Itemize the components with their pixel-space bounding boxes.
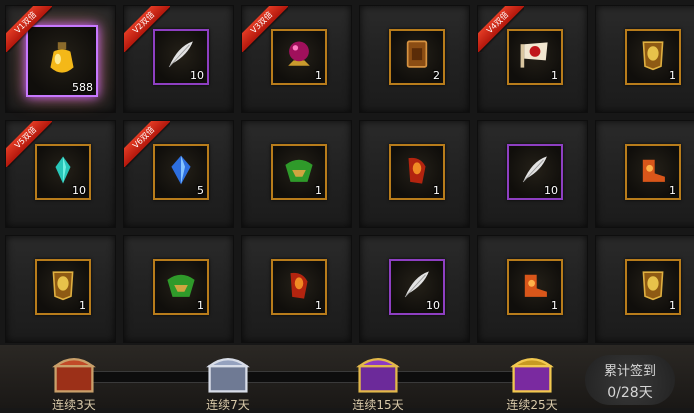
- reward-cell[interactable]: 2: [359, 5, 470, 113]
- red-bracer-icon: [400, 152, 434, 192]
- reward-cell[interactable]: 10: [477, 120, 588, 228]
- bronze-token-icon: [400, 38, 434, 76]
- item-slot[interactable]: 1: [35, 259, 91, 315]
- item-slot[interactable]: 10: [35, 144, 91, 200]
- reward-cell[interactable]: 1: [241, 235, 352, 343]
- red-flag-scroll-icon: [517, 37, 553, 77]
- item-slot[interactable]: 1: [625, 29, 681, 85]
- red-chest-icon[interactable]: [48, 350, 100, 396]
- item-quantity: 5: [197, 184, 204, 197]
- item-quantity: 10: [426, 299, 440, 312]
- item-quantity: 1: [433, 184, 440, 197]
- item-slot[interactable]: 1: [389, 144, 445, 200]
- chest-label: 连续25天: [506, 398, 558, 412]
- silver-chest-icon[interactable]: [202, 350, 254, 396]
- orange-boots-icon: [518, 268, 552, 306]
- reward-cell[interactable]: 1: [241, 120, 352, 228]
- item-slot[interactable]: 1: [507, 29, 563, 85]
- signin-title: 累计签到: [603, 364, 656, 379]
- progress-track: [70, 371, 548, 383]
- reward-cell[interactable]: 10 V2双倍: [123, 5, 234, 113]
- blue-gem-icon: [165, 153, 197, 191]
- golden-potion-icon: [41, 38, 83, 84]
- reward-cell[interactable]: 1: [595, 5, 694, 113]
- item-slot[interactable]: 10: [153, 29, 209, 85]
- item-quantity: 2: [433, 69, 440, 82]
- item-quantity: 1: [315, 184, 322, 197]
- red-bracer-icon: [282, 267, 316, 307]
- reward-cell[interactable]: 588 V1双倍: [5, 5, 116, 113]
- reward-cell[interactable]: 10 V5双倍: [5, 120, 116, 228]
- item-slot[interactable]: 5: [153, 144, 209, 200]
- reward-cell[interactable]: 5 V6双倍: [123, 120, 234, 228]
- item-quantity: 10: [190, 69, 204, 82]
- orange-boots-icon: [636, 153, 670, 191]
- item-quantity: 10: [72, 184, 86, 197]
- item-quantity: 10: [544, 184, 558, 197]
- chest-label: 连续7天: [206, 398, 250, 412]
- reward-cell[interactable]: 1 V4双倍: [477, 5, 588, 113]
- item-slot[interactable]: 10: [507, 144, 563, 200]
- reward-cell[interactable]: 1: [359, 120, 470, 228]
- reward-cell[interactable]: 1 V3双倍: [241, 5, 352, 113]
- golden-armor-icon: [637, 266, 669, 308]
- reward-cell[interactable]: 1: [477, 235, 588, 343]
- item-slot[interactable]: 1: [271, 144, 327, 200]
- item-quantity: 1: [315, 69, 322, 82]
- chest-label: 连续3天: [52, 398, 96, 412]
- golden-armor-icon: [47, 266, 79, 308]
- item-quantity: 1: [551, 69, 558, 82]
- chest-label: 连续15天: [352, 398, 404, 412]
- item-slot[interactable]: 588: [26, 25, 98, 97]
- item-quantity: 1: [669, 299, 676, 312]
- reward-cell[interactable]: 1: [123, 235, 234, 343]
- item-slot[interactable]: 1: [625, 144, 681, 200]
- item-slot[interactable]: 10: [389, 259, 445, 315]
- item-quantity: 1: [197, 299, 204, 312]
- item-slot[interactable]: 1: [625, 259, 681, 315]
- item-quantity: 1: [315, 299, 322, 312]
- purple-chest-icon[interactable]: [352, 350, 404, 396]
- reward-cell[interactable]: 10: [359, 235, 470, 343]
- item-slot[interactable]: 1: [153, 259, 209, 315]
- golden-chest-icon[interactable]: [506, 350, 558, 396]
- reward-cell[interactable]: 1: [595, 235, 694, 343]
- signin-total-button[interactable]: 累计签到 0/28天: [585, 355, 675, 405]
- item-quantity: 1: [669, 184, 676, 197]
- purple-crystal-orb-icon: [281, 37, 317, 77]
- item-quantity: 1: [551, 299, 558, 312]
- green-helmet-icon: [281, 153, 317, 191]
- reward-cell[interactable]: 1: [5, 235, 116, 343]
- item-slot[interactable]: 1: [507, 259, 563, 315]
- signin-count: 0/28天: [607, 385, 653, 401]
- item-quantity: 1: [79, 299, 86, 312]
- item-slot[interactable]: 2: [389, 29, 445, 85]
- golden-armor-icon: [637, 36, 669, 78]
- item-slot[interactable]: 1: [271, 29, 327, 85]
- item-quantity: 1: [669, 69, 676, 82]
- green-helmet-icon: [163, 268, 199, 306]
- reward-cell[interactable]: 1: [595, 120, 694, 228]
- reward-grid: 588 V1双倍 10 V2双倍 1 V3双倍 2 1 V4双倍 1 10 V5双倍 5 V6双倍 1 1 10…: [0, 0, 694, 345]
- item-quantity: 588: [72, 81, 93, 94]
- item-slot[interactable]: 1: [271, 259, 327, 315]
